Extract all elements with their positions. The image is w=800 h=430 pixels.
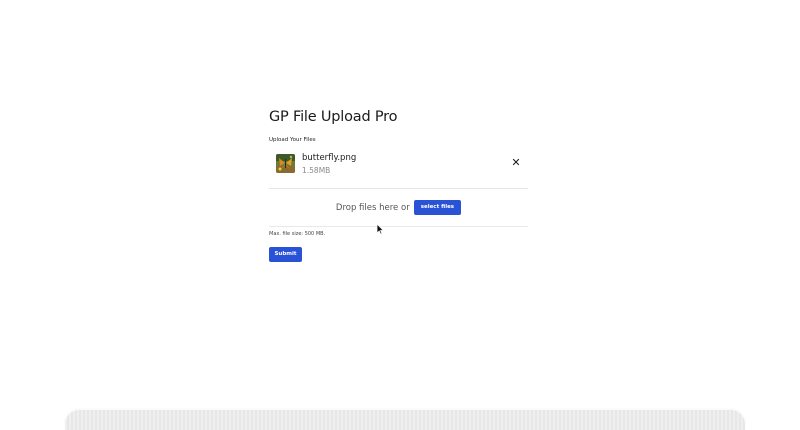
bottom-panel-edge (65, 410, 745, 430)
mouse-pointer-icon (376, 220, 385, 239)
remove-file-button[interactable]: ✕ (510, 157, 522, 169)
page-title: GP File Upload Pro (269, 109, 398, 125)
image-thumbnail-icon (276, 154, 295, 173)
upload-field-label: Upload Your Files (269, 137, 316, 143)
file-size: 1.58MB (302, 166, 331, 175)
uploaded-file-item: butterfly.png 1.58MB ✕ (269, 152, 528, 189)
file-dropzone[interactable]: Drop files here or select files (269, 189, 528, 227)
max-file-size-note: Max. file size: 500 MB. (269, 231, 326, 237)
upload-form: GP File Upload Pro Upload Your Files but… (269, 106, 528, 262)
select-files-button[interactable]: select files (413, 200, 462, 215)
dropzone-text: Drop files here or (335, 202, 410, 213)
close-icon: ✕ (511, 156, 521, 169)
submit-button[interactable]: Submit (269, 247, 302, 262)
file-name: butterfly.png (302, 153, 357, 163)
